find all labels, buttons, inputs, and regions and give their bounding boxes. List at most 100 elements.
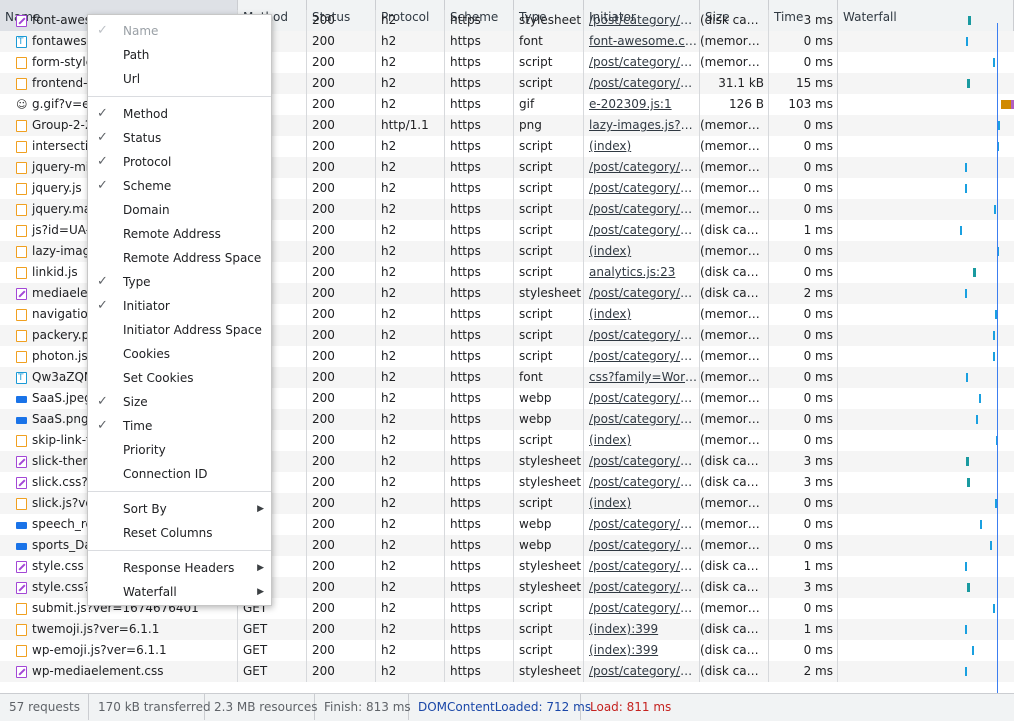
cell-initiator[interactable]: /post/category/be... bbox=[584, 325, 700, 346]
cell-initiator[interactable]: font-awesome.css... bbox=[584, 31, 700, 52]
cell-status: 200 bbox=[307, 640, 376, 661]
cell-status: 200 bbox=[307, 304, 376, 325]
cell-initiator[interactable]: /post/category/be... bbox=[584, 346, 700, 367]
cell-initiator[interactable]: /post/category/be... bbox=[584, 409, 700, 430]
menu-item-waterfall[interactable]: Waterfall ▶ bbox=[88, 580, 271, 604]
menu-item-status[interactable]: ✓ Status bbox=[88, 126, 271, 150]
cell-initiator[interactable]: (index) bbox=[584, 430, 700, 451]
cell-initiator[interactable]: /post/category/be... bbox=[584, 514, 700, 535]
waterfall-load-line bbox=[997, 23, 998, 693]
cell-initiator[interactable]: /post/category/be... bbox=[584, 388, 700, 409]
cell-initiator[interactable]: /post/category/be... bbox=[584, 157, 700, 178]
menu-item-url[interactable]: Url bbox=[88, 67, 271, 91]
menu-item-path[interactable]: Path bbox=[88, 43, 271, 67]
menu-item-connection-id[interactable]: Connection ID bbox=[88, 462, 271, 486]
request-name: linkid.js bbox=[32, 265, 78, 279]
cell-initiator[interactable]: /post/category/be... bbox=[584, 73, 700, 94]
cell-initiator[interactable]: /post/category/be... bbox=[584, 199, 700, 220]
cell-status: 200 bbox=[307, 409, 376, 430]
cell-size: (memory ... bbox=[700, 367, 769, 388]
waterfall-bar bbox=[993, 604, 995, 613]
cell-status: 200 bbox=[307, 661, 376, 682]
cell-status: 200 bbox=[307, 430, 376, 451]
menu-item-label: Connection ID bbox=[123, 467, 208, 481]
cell-initiator[interactable]: (index):399 bbox=[584, 619, 700, 640]
table-row[interactable]: wp-mediaelement.css GET 200 h2 https styleshe… bbox=[0, 661, 1014, 682]
waterfall-bar bbox=[993, 331, 995, 340]
cell-initiator[interactable]: (index) bbox=[584, 304, 700, 325]
menu-item-remote-address-space[interactable]: Remote Address Space bbox=[88, 246, 271, 270]
cell-initiator[interactable]: /post/category/be... bbox=[584, 556, 700, 577]
cell-initiator[interactable]: /post/category/be... bbox=[584, 10, 700, 31]
cell-initiator[interactable]: /post/category/be... bbox=[584, 661, 700, 682]
cell-initiator[interactable]: /post/category/be... bbox=[584, 178, 700, 199]
cell-size: (disk cac... bbox=[700, 10, 769, 31]
menu-item-size[interactable]: ✓ Size bbox=[88, 390, 271, 414]
menu-item-type[interactable]: ✓ Type bbox=[88, 270, 271, 294]
cell-time: 0 ms bbox=[769, 325, 838, 346]
menu-item-time[interactable]: ✓ Time bbox=[88, 414, 271, 438]
menu-item-set-cookies[interactable]: Set Cookies bbox=[88, 366, 271, 390]
cell-initiator[interactable]: /post/category/be... bbox=[584, 52, 700, 73]
menu-item-label: Initiator Address Space bbox=[123, 323, 262, 337]
waterfall-bar bbox=[965, 289, 967, 298]
cell-scheme: https bbox=[445, 199, 514, 220]
cell-type: script bbox=[514, 136, 584, 157]
request-name: js?id=UA- bbox=[32, 223, 91, 237]
menu-item-label: Url bbox=[123, 72, 141, 86]
cell-initiator[interactable]: /post/category/be... bbox=[584, 577, 700, 598]
cell-status: 200 bbox=[307, 472, 376, 493]
cell-size: (memory ... bbox=[700, 199, 769, 220]
cell-type: script bbox=[514, 493, 584, 514]
domcontentloaded-time: DOMContentLoaded: 712 ms bbox=[409, 694, 591, 720]
menu-item-protocol[interactable]: ✓ Protocol bbox=[88, 150, 271, 174]
cell-status: 200 bbox=[307, 556, 376, 577]
js-file-icon bbox=[16, 183, 27, 195]
menu-item-method[interactable]: ✓ Method bbox=[88, 102, 271, 126]
menu-separator bbox=[88, 96, 271, 97]
menu-item-priority[interactable]: Priority bbox=[88, 438, 271, 462]
cell-initiator[interactable]: e-202309.js:1 bbox=[584, 94, 700, 115]
cell-protocol: h2 bbox=[376, 556, 445, 577]
menu-item-initiator-address-space[interactable]: Initiator Address Space bbox=[88, 318, 271, 342]
cell-initiator[interactable]: /post/category/be... bbox=[584, 598, 700, 619]
cell-time: 0 ms bbox=[769, 514, 838, 535]
css-file-icon bbox=[16, 561, 27, 573]
menu-item-remote-address[interactable]: Remote Address bbox=[88, 222, 271, 246]
cell-initiator[interactable]: (index) bbox=[584, 493, 700, 514]
cell-initiator[interactable]: (index) bbox=[584, 136, 700, 157]
menu-item-cookies[interactable]: Cookies bbox=[88, 342, 271, 366]
css-file-icon bbox=[16, 15, 27, 27]
cell-initiator[interactable]: (index) bbox=[584, 241, 700, 262]
column-context-menu: ✓ Name Path Url ✓ Method ✓ Status ✓ Protocol ✓ Sche… bbox=[87, 14, 272, 606]
menu-item-sort-by[interactable]: Sort By ▶ bbox=[88, 497, 271, 521]
cell-initiator[interactable]: css?family=Work+... bbox=[584, 367, 700, 388]
cell-status: 200 bbox=[307, 262, 376, 283]
cell-status: 200 bbox=[307, 535, 376, 556]
menu-item-reset-columns[interactable]: Reset Columns bbox=[88, 521, 271, 545]
menu-item-scheme[interactable]: ✓ Scheme bbox=[88, 174, 271, 198]
cell-initiator[interactable]: /post/category/be... bbox=[584, 451, 700, 472]
menu-item-domain[interactable]: Domain bbox=[88, 198, 271, 222]
menu-item-initiator[interactable]: ✓ Initiator bbox=[88, 294, 271, 318]
cell-status: 200 bbox=[307, 577, 376, 598]
cell-size: (memory ... bbox=[700, 493, 769, 514]
cell-initiator[interactable]: /post/category/be... bbox=[584, 472, 700, 493]
submenu-arrow-icon: ▶ bbox=[257, 587, 264, 597]
table-row[interactable]: twemoji.js?ver=6.1.1 GET 200 h2 https script(… bbox=[0, 619, 1014, 640]
cell-initiator[interactable]: lazy-images.js?mi... bbox=[584, 115, 700, 136]
cell-scheme: https bbox=[445, 178, 514, 199]
cell-type: script bbox=[514, 346, 584, 367]
cell-size: (memory ... bbox=[700, 241, 769, 262]
table-row[interactable]: wp-emoji.js?ver=6.1.1 GET 200 h2 https script… bbox=[0, 640, 1014, 661]
cell-type: script bbox=[514, 325, 584, 346]
cell-initiator[interactable]: analytics.js:23 bbox=[584, 262, 700, 283]
cell-initiator[interactable]: /post/category/be... bbox=[584, 220, 700, 241]
cell-protocol: h2 bbox=[376, 409, 445, 430]
cell-initiator[interactable]: (index):399 bbox=[584, 640, 700, 661]
checkmark-icon: ✓ bbox=[97, 154, 108, 169]
cell-initiator[interactable]: /post/category/be... bbox=[584, 535, 700, 556]
cell-initiator[interactable]: /post/category/be... bbox=[584, 283, 700, 304]
cell-protocol: h2 bbox=[376, 535, 445, 556]
menu-item-response-headers[interactable]: Response Headers ▶ bbox=[88, 556, 271, 580]
